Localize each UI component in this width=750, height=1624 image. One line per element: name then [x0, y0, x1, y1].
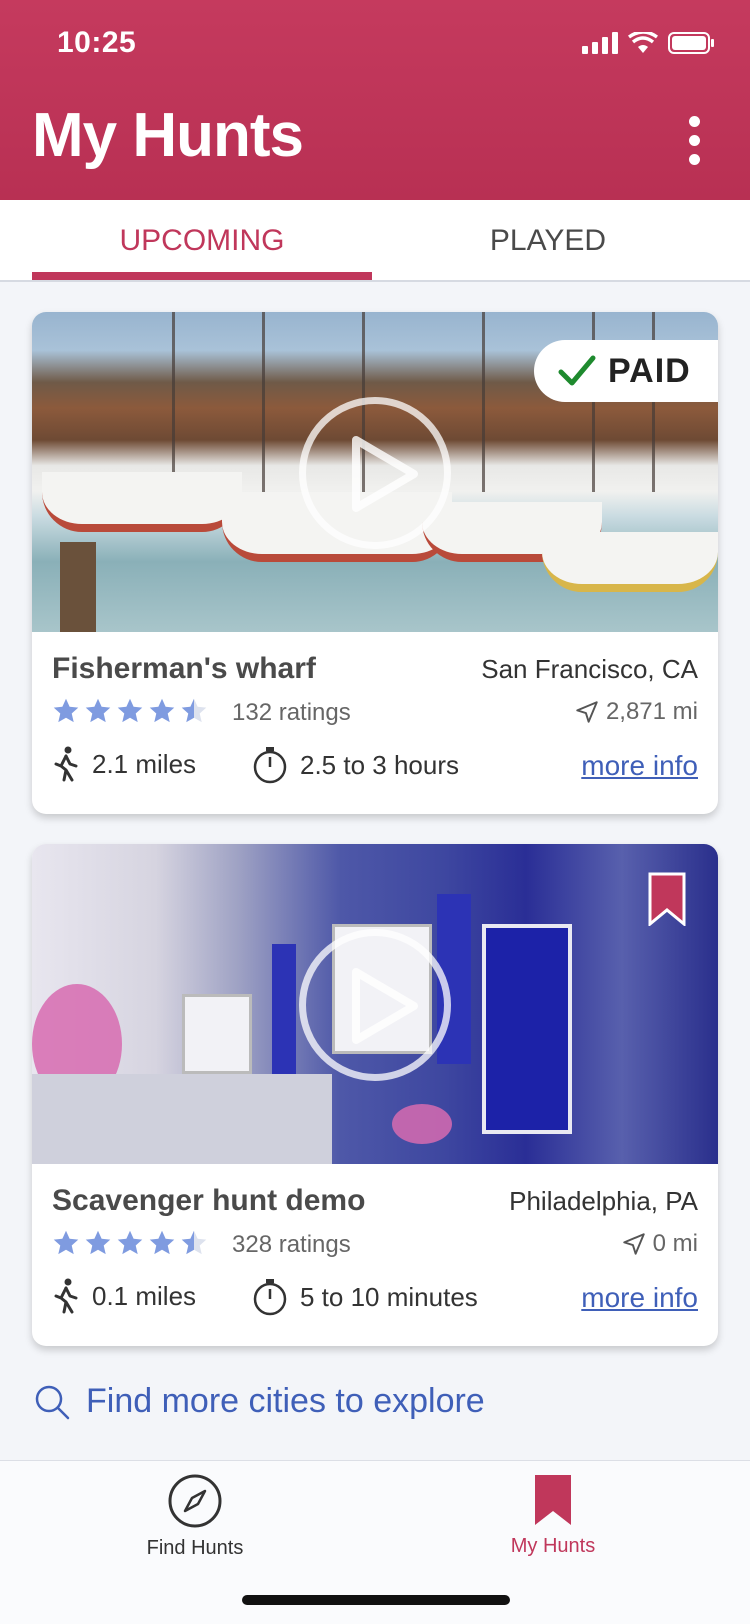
hunt-title: Scavenger hunt demo [52, 1184, 366, 1217]
wifi-icon [628, 32, 658, 53]
nav-find-hunts[interactable]: Find Hunts [95, 1473, 295, 1560]
kebab-dot-icon [688, 154, 700, 165]
hunt-duration-value: 5 to 10 minutes [300, 1281, 478, 1312]
stopwatch-icon [253, 747, 287, 784]
paid-badge: PAID [534, 340, 718, 402]
kebab-dot-icon [688, 116, 700, 127]
half-star-icon [181, 1230, 207, 1255]
hunt-image-fishermans-wharf: PAID [32, 312, 718, 632]
play-button[interactable] [299, 397, 451, 549]
hunt-length-value: 0.1 miles [92, 1280, 197, 1311]
star-icon [149, 1230, 175, 1255]
bookmark-icon[interactable] [648, 872, 686, 926]
distance-away: 2,871 mi [574, 698, 698, 726]
star-icon [149, 698, 175, 723]
checkmark-icon [558, 355, 596, 386]
star-rating [52, 1229, 208, 1257]
play-icon [352, 968, 418, 1044]
hunt-card[interactable]: PAID Fisherman's wharf San Francisco, CA… [32, 312, 718, 814]
hunt-title: Fisherman's wharf [52, 652, 316, 685]
stopwatch-icon [253, 1279, 287, 1316]
find-more-cities-link[interactable]: Find more cities to explore [34, 1382, 485, 1421]
hunt-length: 2.1 miles [52, 746, 196, 782]
star-icon [117, 1230, 143, 1255]
walking-icon [54, 1278, 78, 1314]
kebab-dot-icon [688, 135, 700, 146]
nav-find-hunts-label: Find Hunts [146, 1537, 244, 1559]
search-icon [35, 1385, 70, 1419]
tab-upcoming[interactable]: UPCOMING [32, 200, 372, 282]
hunt-city: San Francisco, CA [481, 654, 698, 684]
walking-icon [54, 746, 78, 782]
distance-value: 2,871 mi [605, 698, 698, 725]
paid-label: PAID [608, 351, 691, 390]
star-icon [85, 698, 111, 723]
nav-my-hunts[interactable]: My Hunts [453, 1473, 653, 1558]
location-arrow-icon [576, 701, 598, 723]
hunt-card[interactable]: Scavenger hunt demo Philadelphia, PA 328… [32, 844, 718, 1346]
more-options-button[interactable] [682, 116, 706, 166]
distance-away: 0 mi [621, 1230, 698, 1258]
active-tab-indicator [32, 272, 372, 280]
play-icon [352, 436, 418, 512]
hunt-length-value: 2.1 miles [92, 748, 197, 779]
hunt-duration: 2.5 to 3 hours [252, 746, 459, 784]
distance-value: 0 mi [652, 1230, 698, 1257]
more-info-link[interactable]: more info [581, 1282, 698, 1314]
hunt-city: Philadelphia, PA [509, 1186, 698, 1216]
ratings-count: 328 ratings [232, 1231, 351, 1258]
find-more-label: Find more cities to explore [86, 1382, 485, 1420]
bookmark-icon [535, 1475, 571, 1525]
hunt-image-philadelphia [32, 844, 718, 1164]
app-header: 10:25 My Hunts [0, 0, 750, 200]
hunt-length: 0.1 miles [52, 1278, 196, 1314]
signal-icon [582, 32, 618, 54]
star-icon [53, 1230, 79, 1255]
home-indicator [242, 1595, 510, 1605]
hunt-duration-value: 2.5 to 3 hours [300, 749, 459, 780]
location-arrow-icon [622, 1233, 645, 1255]
tab-played[interactable]: PLAYED [378, 200, 718, 282]
nav-my-hunts-label: My Hunts [510, 1535, 596, 1557]
star-icon [53, 698, 79, 723]
star-icon [117, 698, 143, 723]
hunt-duration: 5 to 10 minutes [252, 1278, 478, 1316]
tab-bar: UPCOMING PLAYED [0, 200, 750, 282]
battery-icon [668, 32, 714, 54]
compass-icon [168, 1474, 222, 1528]
page-title: My Hunts [32, 101, 304, 170]
play-button[interactable] [299, 929, 451, 1081]
star-rating [52, 697, 208, 725]
status-icons [582, 32, 714, 54]
half-star-icon [181, 698, 207, 723]
more-info-link[interactable]: more info [581, 750, 698, 782]
star-icon [85, 1230, 111, 1255]
status-time: 10:25 [57, 26, 137, 59]
ratings-count: 132 ratings [232, 699, 351, 726]
